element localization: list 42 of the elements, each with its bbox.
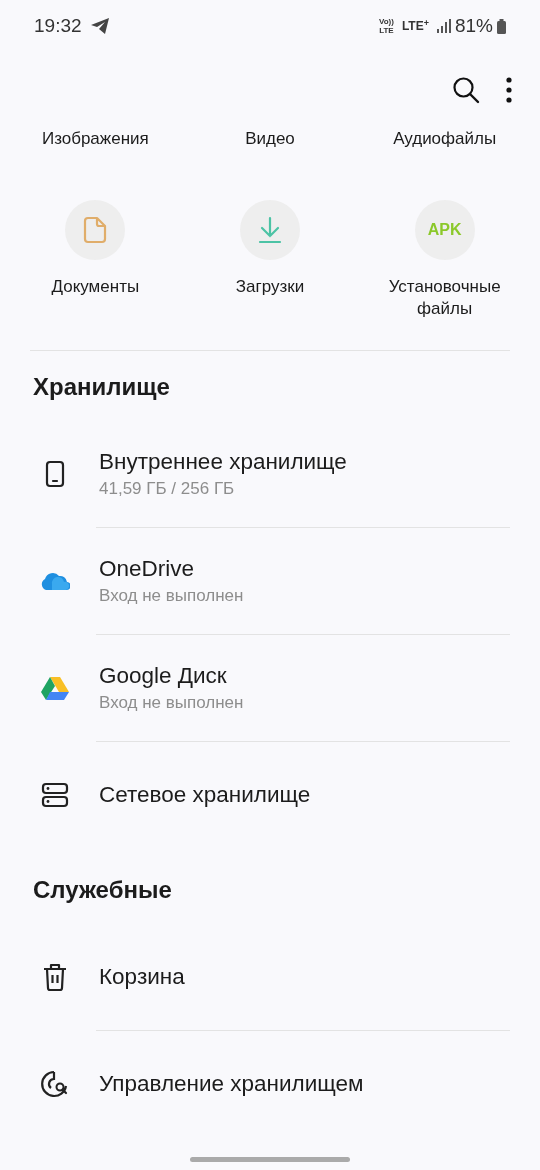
item-title: OneDrive	[99, 554, 196, 583]
phone-icon	[45, 460, 65, 488]
document-icon	[83, 216, 108, 244]
item-subtitle: Вход не выполнен	[99, 691, 244, 714]
item-subtitle: 41,59 ГБ / 256 ГБ	[99, 477, 236, 500]
category-label: Установочные файлы	[387, 276, 502, 320]
storage-analysis-icon	[40, 1069, 70, 1099]
list-item[interactable]: Управление хранилищем	[0, 1031, 540, 1137]
item-title: Google Диск	[99, 661, 228, 690]
list-item[interactable]: Внутреннее хранилище 41,59 ГБ / 256 ГБ	[0, 421, 540, 527]
category-label: Аудиофайлы	[393, 128, 497, 150]
list-item[interactable]: Корзина	[0, 924, 540, 1030]
list-item[interactable]: OneDrive Вход не выполнен	[0, 528, 540, 634]
category-label: Загрузки	[235, 276, 305, 298]
battery-percent: 81%	[454, 13, 493, 38]
list-item[interactable]: Google Диск Вход не выполнен	[0, 635, 540, 741]
search-icon[interactable]	[452, 76, 480, 104]
drive-icon	[41, 676, 69, 700]
list-item[interactable]: Сетевое хранилище	[0, 742, 540, 848]
volte-label: Vo))	[378, 17, 394, 26]
signal-icon	[436, 19, 451, 33]
network-type: LTE$^{+}$	[401, 20, 429, 32]
item-title: Управление хранилищем	[99, 1070, 364, 1099]
item-title: Корзина	[99, 963, 185, 992]
paper-plane-icon	[89, 17, 110, 35]
more-options-icon[interactable]	[506, 77, 512, 103]
trash-icon	[42, 962, 68, 992]
download-icon	[257, 216, 282, 244]
item-title: Внутреннее хранилище	[99, 447, 347, 476]
category-label: Видео	[245, 128, 295, 150]
section-heading: Хранилище	[32, 372, 171, 402]
category-label: Документы	[51, 276, 140, 298]
apk-label: APK	[427, 220, 462, 240]
clock: 19:32	[34, 13, 82, 38]
category-label: Изображения	[41, 128, 149, 150]
volte-label: LTE	[378, 26, 394, 35]
battery-icon	[497, 18, 506, 34]
item-title: Сетевое хранилище	[99, 781, 311, 810]
item-subtitle: Вход не выполнен	[99, 584, 244, 607]
section-heading: Служебные	[32, 875, 173, 905]
server-icon	[41, 782, 69, 808]
cloud-icon	[40, 571, 70, 591]
